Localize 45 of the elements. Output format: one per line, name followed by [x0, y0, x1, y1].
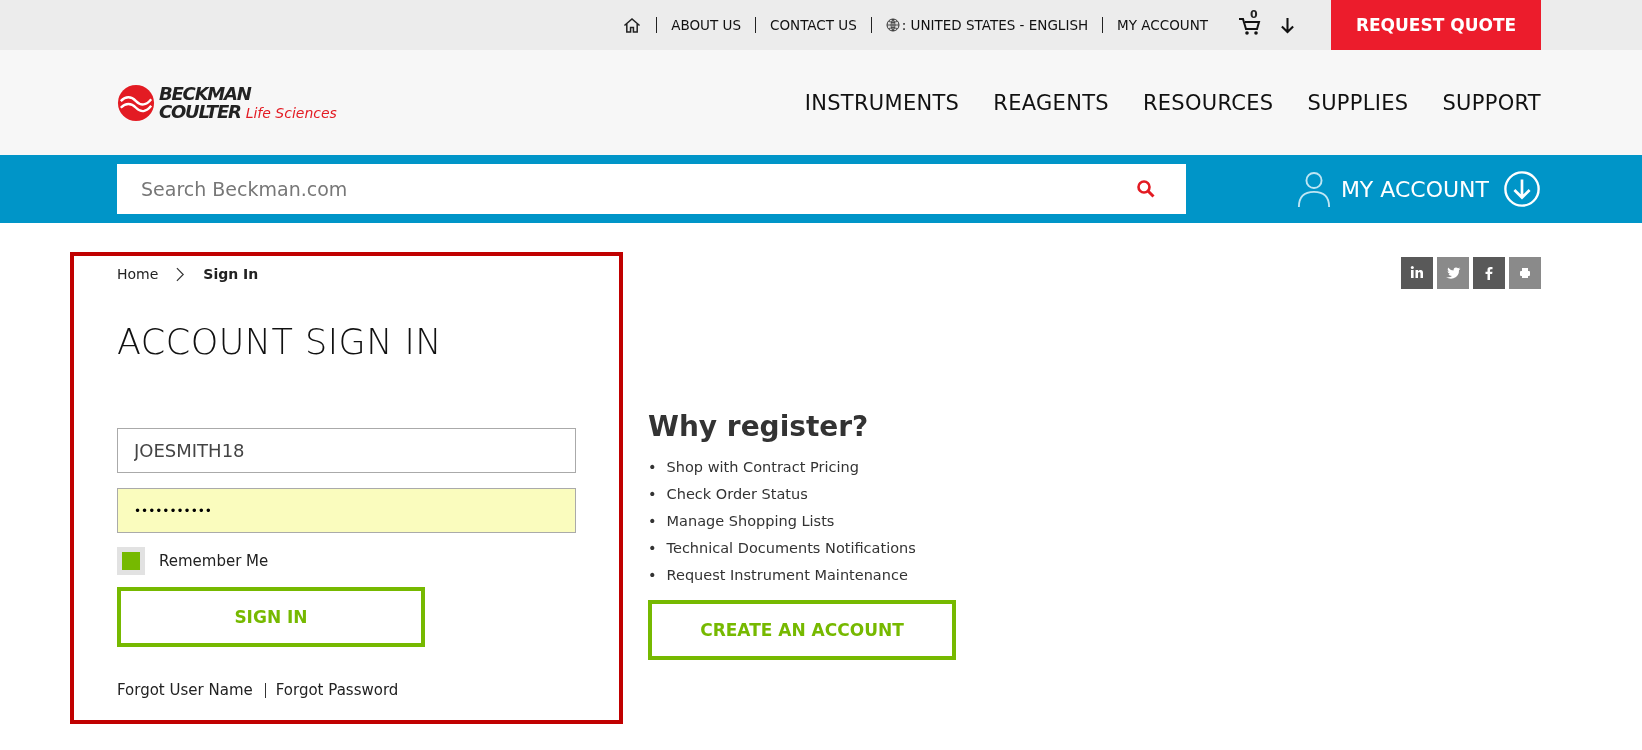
logo-wordmark: BECKMAN: [159, 84, 253, 103]
nav-link[interactable]: RESOURCES: [1142, 90, 1274, 115]
bullet: •: [648, 566, 657, 583]
forgot-password-link[interactable]: Forgot Password: [275, 681, 399, 699]
bullet: •: [648, 539, 657, 556]
breadcrumb-link[interactable]: Home: [117, 266, 159, 282]
bullet: •: [648, 485, 657, 502]
bird-icon[interactable]: [1437, 257, 1469, 289]
search-icon[interactable]: [1136, 179, 1156, 199]
forgot-username-link[interactable]: Forgot User Name: [117, 681, 253, 699]
request-quote-button[interactable]: REQUEST QUOTE: [1331, 0, 1541, 50]
logo-tagline: Life Sciences: [245, 105, 337, 120]
benefit-item: Shop with Contract Pricing: [666, 458, 859, 475]
benefit-item: Check Order Status: [666, 485, 808, 502]
benefit-item: Request Instrument Maintenance: [666, 566, 908, 583]
checkbox-label: Remember Me: [159, 552, 269, 570]
breadcrumb-current: Sign In: [203, 266, 259, 282]
language-link[interactable]: : UNITED STATES - ENGLISH: [901, 17, 1089, 33]
linkedin-icon[interactable]: [1401, 257, 1433, 289]
page-title: ACCOUNT SIGN IN: [117, 322, 444, 362]
benefit-item: Manage Shopping Lists: [666, 512, 835, 529]
section-heading: Why register?: [648, 410, 870, 443]
home-icon[interactable]: [622, 16, 643, 34]
nav-link[interactable]: SUPPLIES: [1307, 90, 1409, 115]
nav-link[interactable]: REAGENTS: [993, 90, 1109, 115]
utility-link[interactable]: CONTACT US: [770, 17, 857, 33]
nav-link[interactable]: SUPPORT: [1442, 90, 1541, 115]
utility-link[interactable]: MY ACCOUNT: [1117, 17, 1208, 33]
password-field[interactable]: •••••••••••: [117, 488, 576, 533]
bullet: •: [648, 512, 657, 529]
facebook-icon[interactable]: [1473, 257, 1505, 289]
down-arrow-icon[interactable]: [1280, 16, 1295, 34]
chevron-icon: [176, 266, 186, 282]
cart-count: 0: [1250, 8, 1258, 21]
logo-icon[interactable]: [117, 83, 155, 122]
logo-wordmark: COULTER: [159, 102, 241, 121]
bullet: •: [648, 458, 657, 475]
remember-checkbox[interactable]: [117, 547, 145, 575]
search-field[interactable]: Search Beckman.com: [117, 164, 1186, 214]
user-icon[interactable]: [1296, 170, 1331, 208]
print-icon[interactable]: [1509, 257, 1541, 289]
utility-link[interactable]: ABOUT US: [671, 17, 741, 33]
nav-link[interactable]: INSTRUMENTS: [804, 90, 960, 115]
globe-icon: [885, 18, 900, 32]
benefit-item: Technical Documents Notifications: [666, 539, 916, 556]
